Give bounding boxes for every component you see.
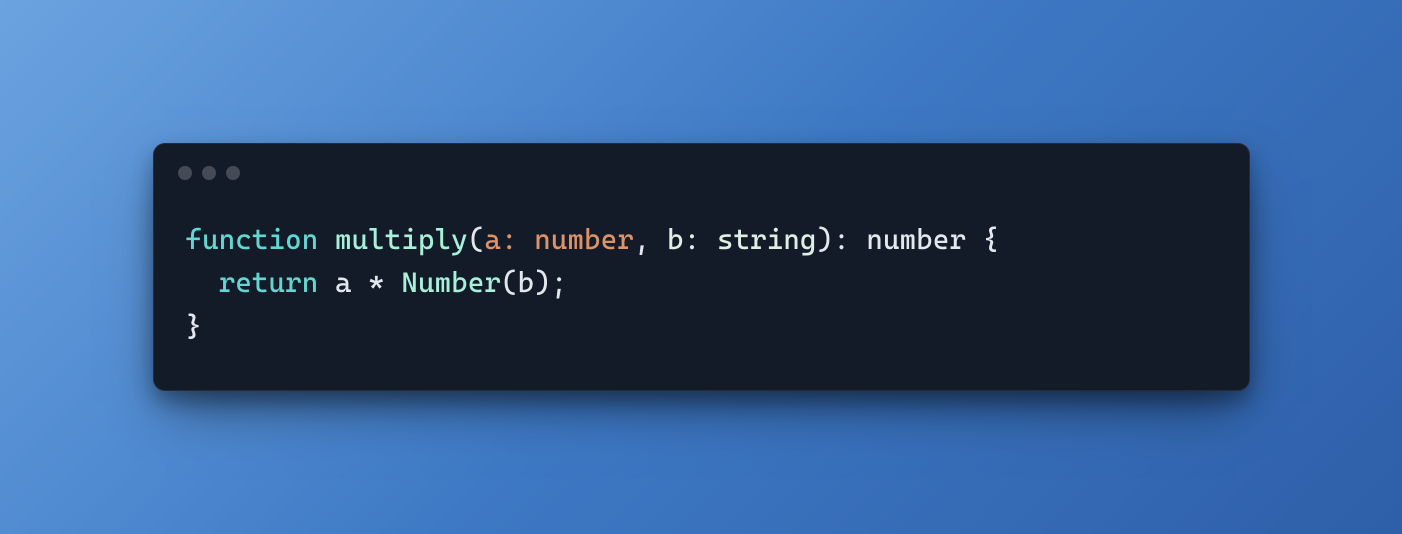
code-token — [318, 223, 335, 256]
minimize-icon[interactable] — [202, 166, 216, 180]
code-token: function — [186, 223, 319, 256]
code-line: function multiply(a: number, b: string):… — [186, 218, 1217, 261]
code-token: number — [866, 223, 966, 256]
code-token: : — [501, 223, 534, 256]
code-token: a — [484, 223, 501, 256]
code-token: , — [634, 223, 667, 256]
code-token: Number — [401, 266, 501, 299]
close-icon[interactable] — [178, 166, 192, 180]
code-token: ( — [501, 266, 518, 299]
code-token: : — [684, 223, 717, 256]
code-token: ( — [468, 223, 485, 256]
code-token: ); — [534, 266, 567, 299]
code-token: number — [534, 223, 634, 256]
code-content: function multiply(a: number, b: string):… — [154, 180, 1249, 390]
code-token: * — [352, 266, 402, 299]
code-token: : — [833, 223, 866, 256]
window-titlebar — [154, 144, 1249, 180]
code-token: b — [667, 223, 684, 256]
code-token: { — [966, 223, 999, 256]
code-token — [318, 266, 335, 299]
code-window: function multiply(a: number, b: string):… — [153, 143, 1250, 391]
code-line: } — [186, 305, 1217, 348]
code-token: multiply — [335, 223, 468, 256]
code-token: ) — [817, 223, 834, 256]
code-token: string — [717, 223, 817, 256]
code-line: return a * Number(b); — [186, 261, 1217, 304]
code-token: a — [335, 266, 352, 299]
code-token — [186, 266, 219, 299]
code-token: b — [518, 266, 535, 299]
code-token: } — [186, 310, 203, 343]
code-token: return — [219, 266, 319, 299]
zoom-icon[interactable] — [226, 166, 240, 180]
